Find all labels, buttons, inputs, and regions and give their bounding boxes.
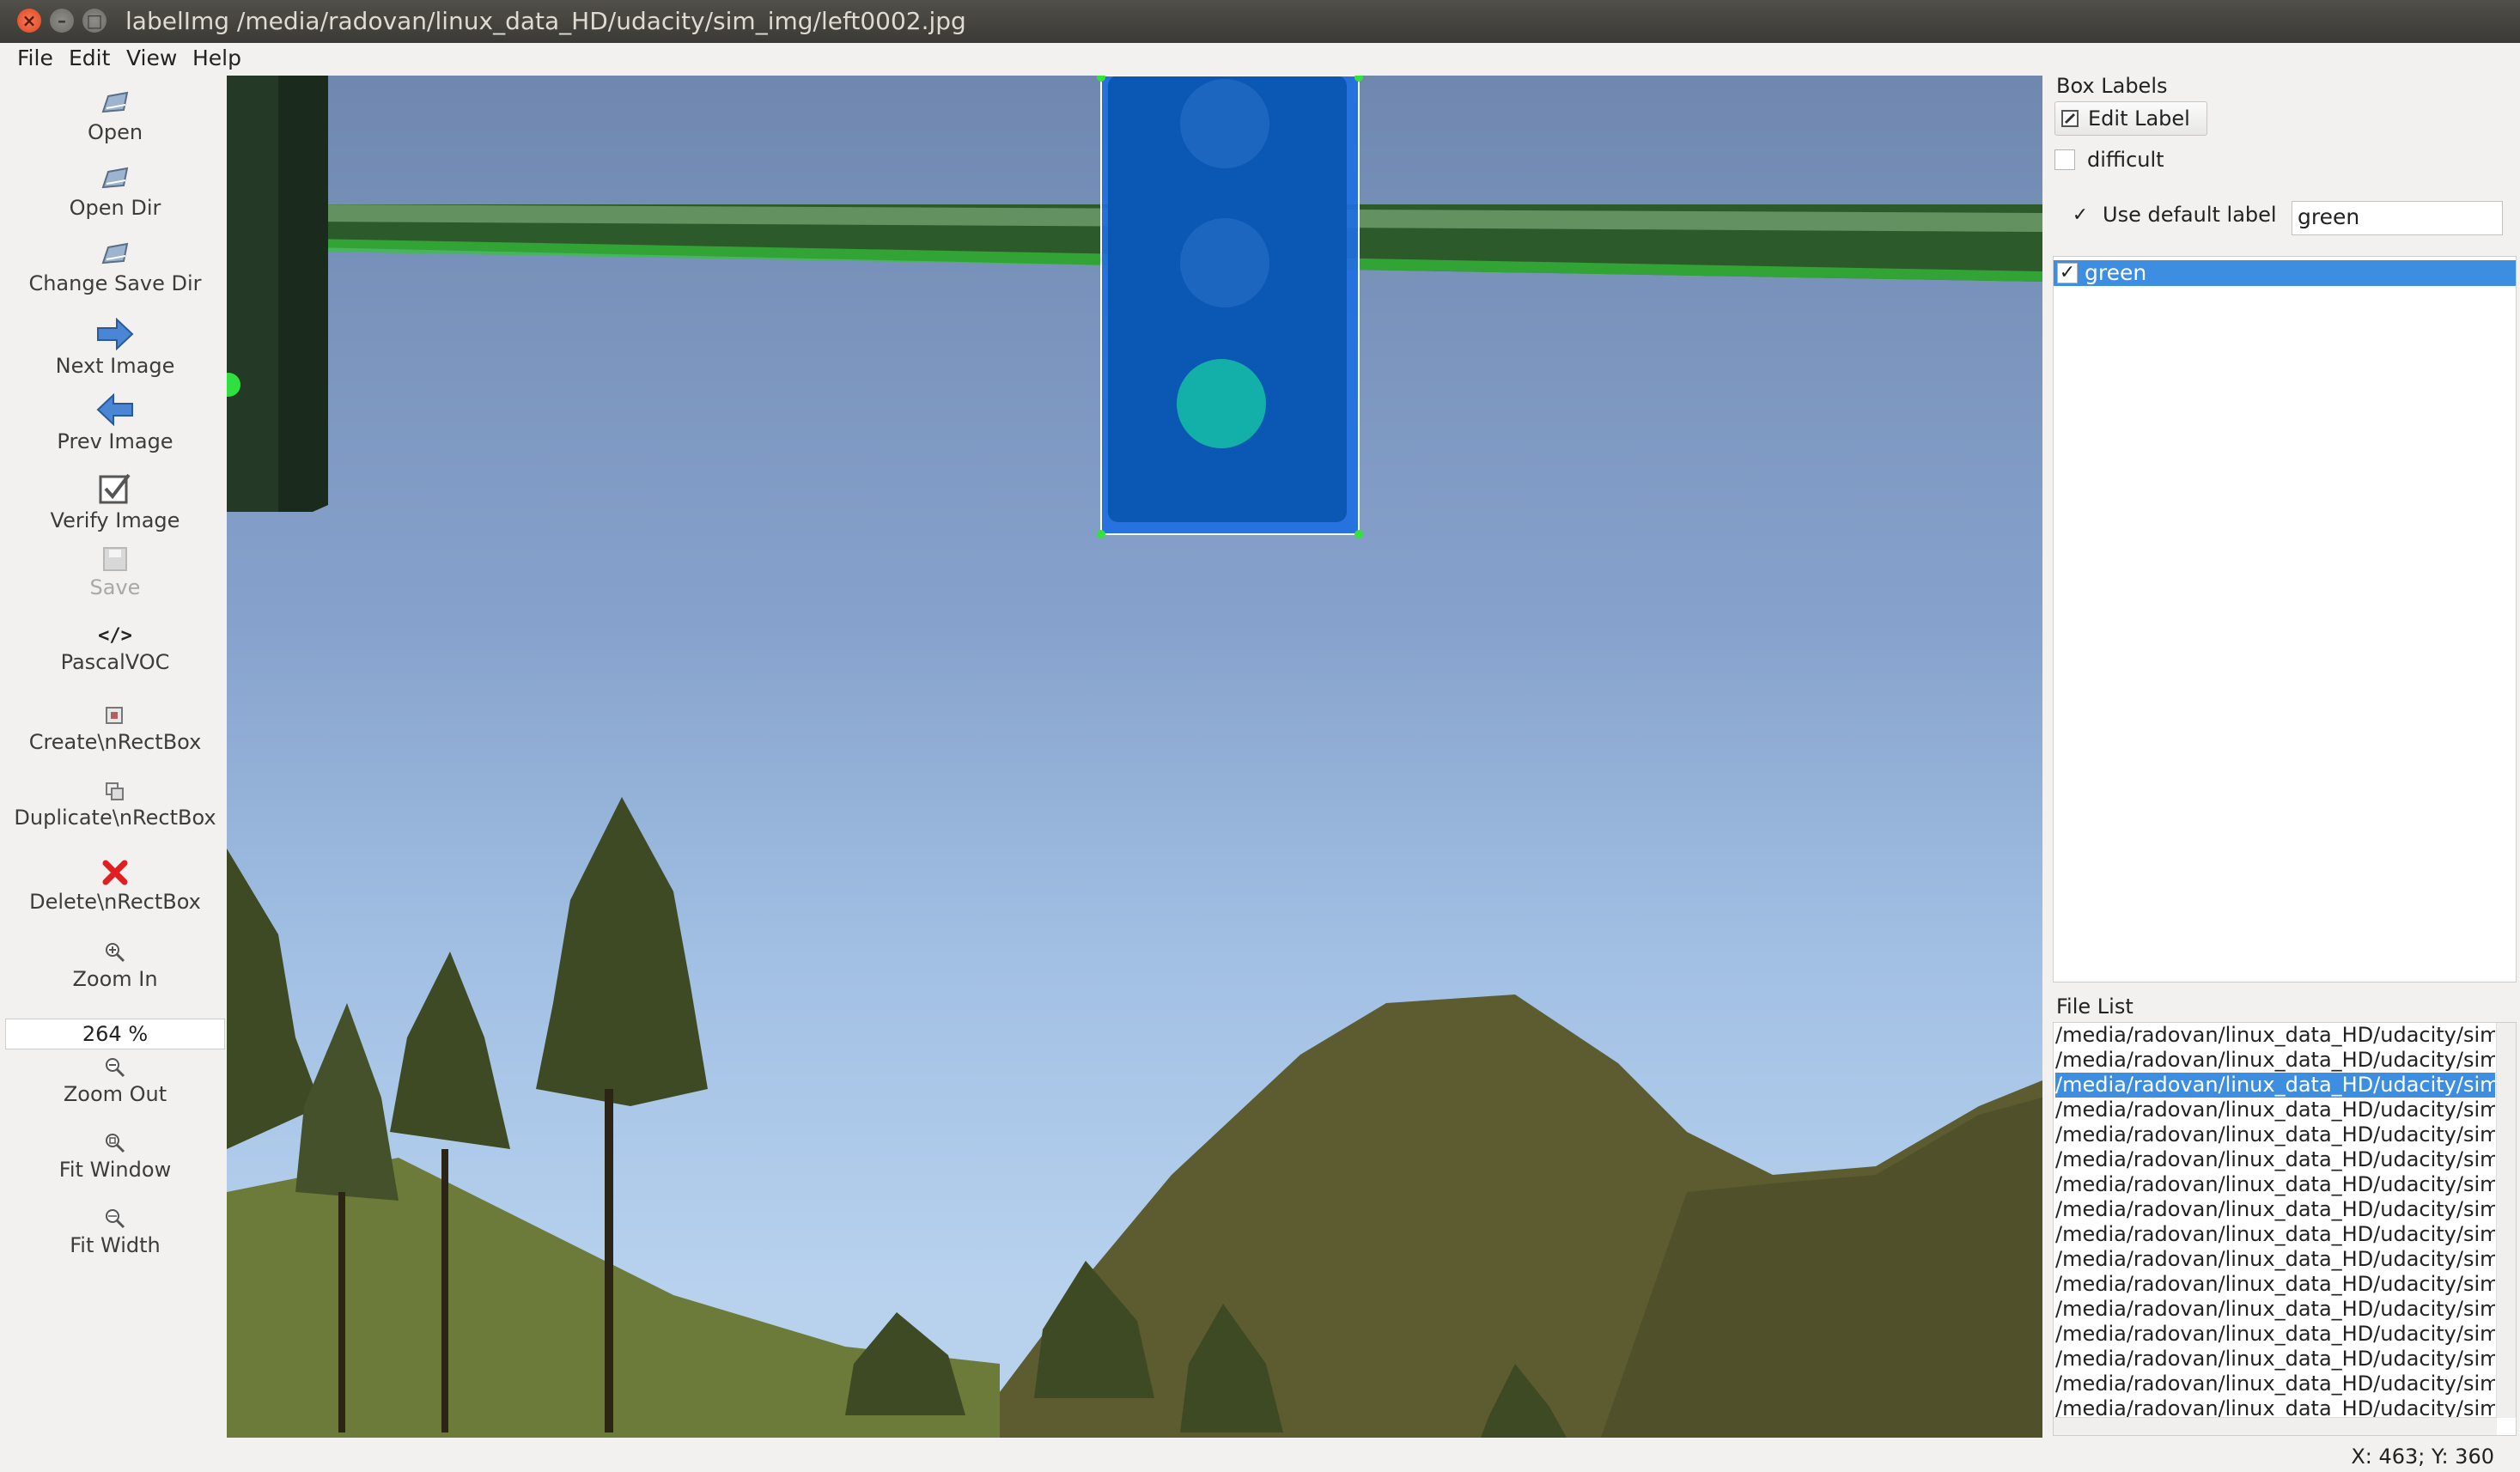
file-list-item[interactable]: /media/radovan/linux_data_HD/udacity/sim [2055, 1347, 2495, 1372]
duplicate-rect-box-button[interactable]: Duplicate\nRectBox [5, 782, 225, 830]
change-save-dir-label: Change Save Dir [28, 271, 202, 295]
open-label: Open [87, 120, 143, 144]
menu-help[interactable]: Help [192, 46, 241, 70]
prev-image-button[interactable]: Prev Image [5, 393, 225, 453]
zoom-out-icon [106, 1058, 125, 1078]
zoom-in-label: Zoom In [72, 967, 158, 991]
create-rect-box-label: Create\nRectBox [28, 730, 202, 754]
file-list-item[interactable]: /media/radovan/linux_data_HD/udacity/sim [2055, 1247, 2495, 1272]
label-item-text: green [2085, 260, 2147, 285]
menubar: File Edit View Help [0, 43, 2520, 74]
left-toolbar: Open Open Dir Change Save Dir Next Image… [5, 76, 225, 1441]
label-visible-checkbox[interactable]: ✓ [2057, 263, 2078, 283]
label-list: ✓ green [2053, 256, 2517, 982]
fit-width-label: Fit Width [70, 1233, 161, 1257]
code-format-icon: </> [98, 625, 132, 647]
zoom-out-label: Zoom Out [63, 1082, 167, 1106]
file-list-item[interactable]: /media/radovan/linux_data_HD/udacity/sim [2055, 1372, 2495, 1396]
menu-view[interactable]: View [126, 46, 177, 70]
difficult-checkbox[interactable] [2054, 149, 2075, 170]
open-button[interactable]: Open [5, 89, 225, 144]
use-default-label-text: Use default label [2103, 203, 2277, 227]
file-list-item[interactable]: /media/radovan/linux_data_HD/udacity/sim [2055, 1122, 2495, 1147]
use-default-label-checkbox[interactable]: ✓ [2070, 206, 2091, 227]
file-list-item[interactable]: /media/radovan/linux_data_HD/udacity/sim [2055, 1222, 2495, 1247]
verify-image-label: Verify Image [50, 508, 180, 532]
edit-label-text: Edit Label [2088, 106, 2190, 131]
window-close-button[interactable]: × [17, 9, 41, 33]
zoom-out-button[interactable]: Zoom Out [5, 1056, 225, 1106]
status-bar: X: 463; Y: 360 [0, 1441, 2520, 1472]
delete-x-icon [102, 860, 128, 885]
window-minimize-button[interactable]: – [50, 9, 74, 33]
folder-open-icon [101, 91, 129, 113]
file-list-item[interactable]: /media/radovan/linux_data_HD/udacity/sim [2055, 1197, 2495, 1222]
fit-window-icon [106, 1134, 125, 1153]
file-list: /media/radovan/linux_data_HD/udacity/sim… [2053, 1022, 2517, 1436]
create-rect-box-button[interactable]: Create\nRectBox [5, 706, 225, 754]
file-list-title: File List [2056, 995, 2133, 1019]
edit-pencil-icon [2061, 110, 2079, 127]
delete-rect-box-button[interactable]: Delete\nRectBox [5, 859, 225, 914]
fit-width-button[interactable]: Fit Width [5, 1207, 225, 1257]
delete-rect-box-label: Delete\nRectBox [29, 890, 201, 914]
file-list-item[interactable]: /media/radovan/linux_data_HD/udacity/sim [2055, 1023, 2495, 1048]
window-maximize-button[interactable]: □ [82, 9, 107, 33]
file-list-item[interactable]: /media/radovan/linux_data_HD/udacity/sim [2055, 1322, 2495, 1347]
next-image-label: Next Image [55, 354, 175, 378]
file-list-item[interactable]: /media/radovan/linux_data_HD/udacity/sim [2055, 1272, 2495, 1297]
folder-open-icon [101, 167, 129, 189]
zoom-level-field[interactable]: 264 % [5, 1019, 225, 1049]
file-list-item[interactable]: /media/radovan/linux_data_HD/udacity/sim [2055, 1098, 2495, 1122]
duplicate-rect-box-label: Duplicate\nRectBox [14, 806, 216, 830]
window-title: labelImg /media/radovan/linux_data_HD/ud… [125, 7, 966, 35]
menu-edit[interactable]: Edit [69, 46, 110, 70]
arrow-left-icon [96, 393, 133, 426]
create-box-icon [106, 707, 123, 724]
checkbox-verify-icon [99, 473, 131, 504]
save-button[interactable]: Save [5, 546, 225, 599]
edit-label-button[interactable]: Edit Label [2054, 101, 2207, 136]
next-image-button[interactable]: Next Image [5, 318, 225, 378]
duplicate-box-icon [106, 782, 124, 800]
menu-file[interactable]: File [17, 46, 53, 70]
folder-open-icon [101, 242, 129, 265]
cursor-coordinates: X: 463; Y: 360 [2351, 1445, 2494, 1469]
floppy-disk-icon [103, 547, 127, 571]
fit-window-label: Fit Window [58, 1158, 172, 1182]
prev-image-label: Prev Image [57, 429, 173, 453]
window-titlebar: × – □ labelImg /media/radovan/linux_data… [0, 0, 2520, 43]
arrow-right-icon [97, 318, 134, 350]
difficult-label: difficult [2087, 148, 2164, 172]
file-list-item[interactable]: /media/radovan/linux_data_HD/udacity/sim [2055, 1147, 2495, 1172]
file-list-item[interactable]: /media/radovan/linux_data_HD/udacity/sim [2055, 1048, 2495, 1073]
open-dir-label: Open Dir [69, 196, 161, 220]
box-labels-title: Box Labels [2056, 74, 2168, 98]
file-list-item-selected[interactable]: /media/radovan/linux_data_HD/udacity/sim [2055, 1073, 2495, 1098]
file-list-item[interactable]: /media/radovan/linux_data_HD/udacity/sim [2055, 1297, 2495, 1322]
bounding-box-green[interactable] [227, 76, 2042, 1438]
default-label-input[interactable]: green [2292, 201, 2503, 235]
fit-window-button[interactable]: Fit Window [5, 1132, 225, 1182]
format-label: PascalVOC [60, 650, 170, 674]
file-list-item[interactable]: /media/radovan/linux_data_HD/udacity/sim [2055, 1172, 2495, 1197]
file-list-horizontal-scrollbar[interactable] [2054, 1417, 2497, 1435]
open-dir-button[interactable]: Open Dir [5, 165, 225, 220]
file-list-vertical-scrollbar[interactable] [2496, 1023, 2516, 1418]
format-pascalvoc-button[interactable]: </> PascalVOC [5, 625, 225, 674]
save-label: Save [89, 575, 141, 599]
fit-width-icon [106, 1209, 125, 1229]
change-save-dir-button[interactable]: Change Save Dir [5, 240, 225, 295]
image-canvas[interactable] [227, 76, 2042, 1438]
zoom-in-icon [106, 943, 125, 963]
label-list-item[interactable]: ✓ green [2054, 260, 2516, 286]
verify-image-button[interactable]: Verify Image [5, 472, 225, 532]
zoom-in-button[interactable]: Zoom In [5, 941, 225, 991]
